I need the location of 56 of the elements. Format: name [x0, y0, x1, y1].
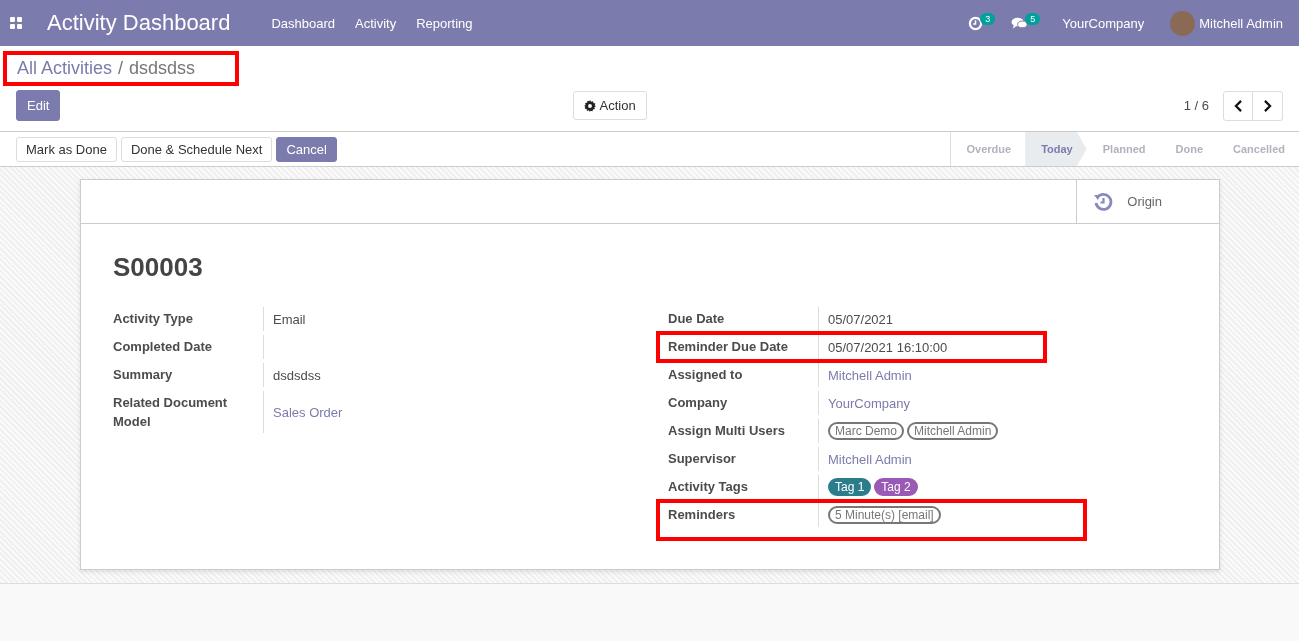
field-link[interactable]: Mitchell Admin — [828, 449, 912, 469]
field-value: dsdsdss — [273, 366, 321, 385]
breadcrumb-link[interactable]: All Activities — [17, 58, 113, 79]
breadcrumb-separator: / — [118, 58, 124, 79]
record-title: S00003 — [113, 252, 204, 283]
origin-button[interactable]: Origin — [1076, 180, 1219, 223]
field-label: Activity Tags — [668, 475, 819, 499]
field-label: Due Date — [668, 307, 819, 331]
field-link[interactable]: YourCompany — [828, 393, 910, 413]
next-button[interactable] — [1253, 90, 1283, 121]
history-icon — [1093, 191, 1114, 212]
field-label: Related Document Model — [113, 391, 264, 433]
pager-counter: 1 / 6 — [1183, 98, 1209, 113]
count-badge: 5 — [1025, 13, 1041, 25]
menu-item[interactable]: Dashboard — [271, 15, 336, 31]
field-label: Summary — [113, 363, 264, 387]
tag-pill: Tag 2 — [874, 478, 918, 496]
field-label: Company — [668, 391, 819, 415]
field-value: 05/07/2021 16:10:00 — [828, 338, 948, 357]
field-label: Completed Date — [113, 335, 264, 359]
field-link[interactable]: Sales Order — [273, 402, 343, 422]
field-label: Reminders — [668, 503, 819, 527]
field-label: Reminder Due Date — [668, 335, 819, 359]
tag-pill: Mitchell Admin — [907, 422, 999, 440]
chat-bubbles-icon — [1011, 16, 1029, 30]
field-link[interactable]: Mitchell Admin — [828, 365, 912, 385]
field-label: Supervisor — [668, 447, 819, 471]
gear-icon — [584, 99, 597, 112]
field-label: Assign Multi Users — [668, 419, 819, 443]
menu-item[interactable]: Reporting — [416, 15, 473, 31]
field-label: Assigned to — [668, 363, 819, 387]
clock-icon — [968, 15, 984, 31]
action-button[interactable]: Action — [573, 91, 647, 120]
field-value: Email — [273, 310, 306, 329]
edit-button[interactable]: Edit — [16, 90, 61, 121]
tag-pill: Tag 1 — [828, 478, 872, 496]
breadcrumb-current: dsdsdss — [129, 58, 196, 79]
field-label: Activity Type — [113, 307, 264, 331]
activity-button[interactable]: 3 — [968, 14, 996, 32]
app-title[interactable]: Activity Dashboard — [47, 10, 231, 36]
company-switcher[interactable]: YourCompany — [1062, 15, 1145, 31]
tag-pill: Marc Demo — [828, 422, 904, 440]
field-value: 05/07/2021 — [828, 310, 894, 329]
count-badge: 3 — [980, 13, 996, 25]
chevron-left-icon — [1233, 99, 1243, 112]
status-action-button[interactable]: Cancel — [276, 136, 337, 162]
messages-button[interactable]: 5 — [1011, 14, 1041, 32]
status-action-button[interactable]: Done & Schedule Next — [120, 136, 273, 162]
user-name[interactable]: Mitchell Admin — [1199, 15, 1283, 31]
menu-item[interactable]: Activity — [355, 15, 397, 31]
status-action-button[interactable]: Mark as Done — [16, 136, 117, 162]
apps-grid-icon[interactable] — [10, 17, 22, 29]
chevron-right-icon — [1263, 99, 1272, 112]
previous-button[interactable] — [1223, 90, 1253, 121]
tag-pill: 5 Minute(s) [email] — [828, 506, 941, 524]
stage-tab[interactable]: Today — [1025, 132, 1087, 166]
